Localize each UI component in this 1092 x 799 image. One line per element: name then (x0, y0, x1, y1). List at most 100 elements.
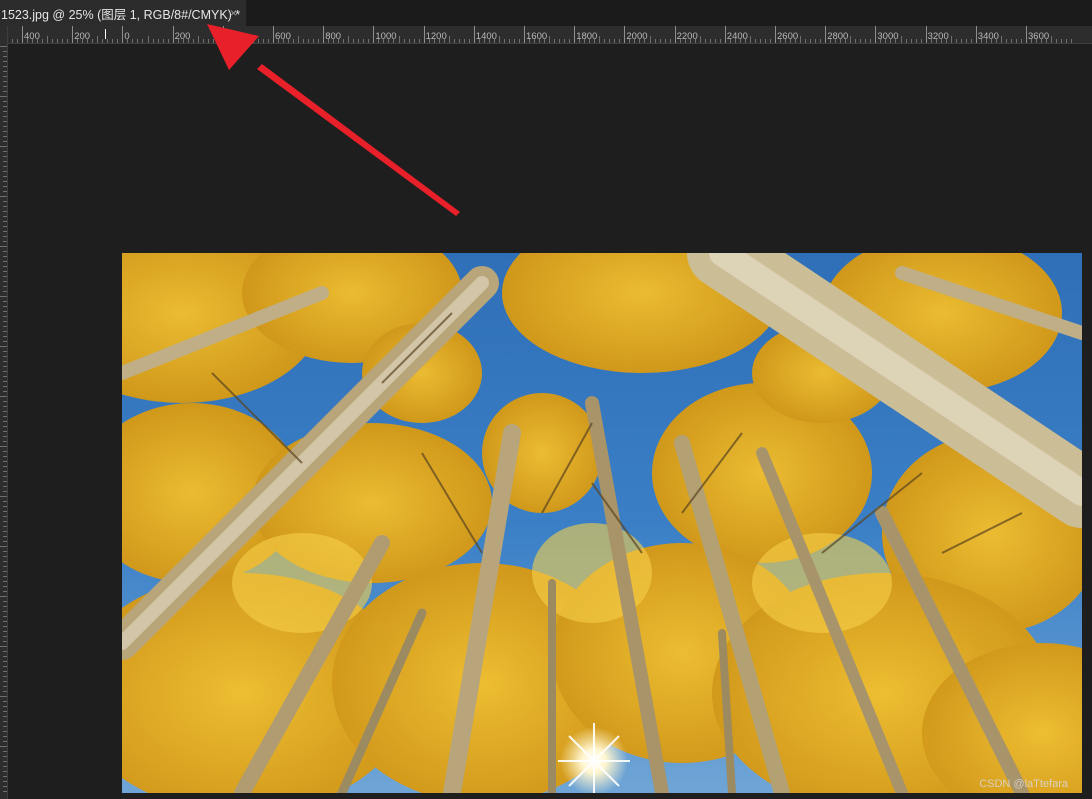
ruler-minor-tick (714, 39, 716, 43)
ruler-minor-tick (142, 39, 144, 43)
ruler-minor-tick (995, 39, 997, 43)
horizontal-ruler[interactable]: 400 200 0 200 400 600 800 1000 1200 1400 1600 1800 2… (8, 26, 1092, 44)
ruler-minor-tick (428, 39, 430, 43)
ruler-minor-tick (16, 39, 18, 43)
ruler-tick (3, 191, 7, 192)
ruler-minor-tick (333, 39, 335, 43)
ruler-tick (3, 616, 7, 617)
ruler-minor-tick (759, 39, 761, 43)
ruler-tick (3, 411, 7, 412)
ruler-tick (3, 586, 7, 587)
ruler-tick (3, 471, 7, 472)
ruler-minor-tick (1041, 39, 1043, 43)
ruler-tick (3, 671, 7, 672)
document-tab[interactable]: 1523.jpg @ 25% (图层 1, RGB/8#/CMYK) * × (0, 0, 246, 26)
ruler-minor-tick (800, 36, 802, 43)
ruler-minor-tick (880, 39, 882, 43)
ruler-tick (3, 426, 7, 427)
ruler-tick (3, 536, 7, 537)
ruler-tick (3, 771, 7, 772)
ruler-tick (3, 201, 7, 202)
ruler-minor-tick (895, 39, 897, 43)
ruler-tick (3, 81, 7, 82)
ruler-minor-tick (433, 39, 435, 43)
ruler-tick (3, 736, 7, 737)
ruler-tick (3, 611, 7, 612)
ruler-tick (3, 381, 7, 382)
ruler-minor-tick (453, 39, 455, 43)
ruler-major-tick (323, 26, 325, 43)
ruler-minor-tick (112, 39, 114, 43)
ruler-tick (3, 71, 7, 72)
ruler-minor-tick (669, 39, 671, 43)
ruler-minor-tick (805, 39, 807, 43)
ruler-minor-tick (408, 39, 410, 43)
ruler-tick (3, 251, 7, 252)
ruler-tick (3, 131, 7, 132)
ruler-minor-tick (785, 39, 787, 43)
ruler-minor-tick (262, 39, 264, 43)
canvas-image[interactable]: CSDN @laTtefara (122, 253, 1082, 793)
ruler-minor-tick (719, 39, 721, 43)
ruler-tick (3, 316, 7, 317)
ruler-minor-tick (318, 39, 320, 43)
ruler-minor-tick (649, 36, 651, 43)
ruler-minor-tick (855, 39, 857, 43)
ruler-tick (3, 511, 7, 512)
ruler-tick (3, 531, 7, 532)
ruler-tick (3, 401, 7, 402)
ruler-tick (3, 571, 7, 572)
ruler-tick (3, 206, 7, 207)
ruler-tick (3, 61, 7, 62)
ruler-minor-tick (554, 39, 556, 43)
ruler-tick (3, 126, 7, 127)
ruler-minor-tick (177, 39, 179, 43)
ruler-tick (3, 261, 7, 262)
ruler-minor-tick (980, 39, 982, 43)
ruler-tick (3, 271, 7, 272)
ruler-major-tick (775, 26, 776, 43)
ruler-minor-tick (835, 39, 837, 43)
ruler-minor-tick (448, 36, 450, 43)
ruler-minor-tick (197, 36, 199, 43)
ruler-tick (3, 606, 7, 607)
ruler-tick (3, 501, 7, 502)
ruler-minor-tick (127, 39, 129, 43)
ruler-tick (3, 236, 7, 237)
ruler-tick (3, 66, 7, 67)
ruler-tick (3, 221, 7, 222)
ruler-tick (3, 466, 7, 467)
ruler-minor-tick (348, 36, 350, 43)
ruler-tick (3, 541, 7, 542)
ruler-minor-tick (77, 39, 79, 43)
ruler-major-tick (975, 26, 977, 43)
ruler-minor-tick (87, 39, 89, 43)
ruler-tick (0, 346, 7, 347)
ruler-minor-tick (900, 36, 902, 43)
ruler-minor-tick (167, 39, 169, 43)
ruler-tick (3, 391, 7, 392)
ruler-tick (3, 281, 7, 282)
ruler-minor-tick (303, 39, 305, 43)
ruler-minor-tick (162, 39, 164, 43)
vertical-ruler[interactable] (0, 26, 8, 799)
ruler-minor-tick (157, 39, 159, 43)
ruler-minor-tick (458, 39, 460, 43)
ruler-tick (3, 476, 7, 477)
ruler-tick (3, 661, 7, 662)
ruler-minor-tick (659, 39, 661, 43)
ruler-tick (3, 86, 7, 87)
close-icon[interactable]: × (230, 6, 237, 20)
ruler-tick (0, 646, 7, 647)
ruler-tick (0, 496, 7, 497)
ruler-minor-tick (654, 39, 656, 43)
ruler-minor-tick (107, 39, 109, 43)
ruler-tick (3, 321, 7, 322)
ruler-tick (0, 546, 7, 547)
ruler-minor-tick (398, 36, 400, 43)
ruler-minor-tick (579, 39, 581, 43)
ruler-tick (3, 361, 7, 362)
ruler-tick (3, 641, 7, 642)
ruler-tick (0, 746, 7, 747)
ruler-tick (3, 106, 7, 107)
